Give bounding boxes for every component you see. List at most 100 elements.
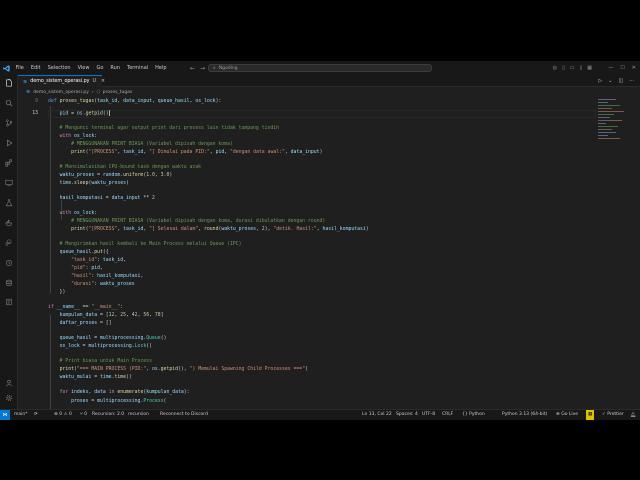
- minimap-line: [598, 108, 612, 109]
- status-problems[interactable]: ⊗ 0 ⚠ 0: [54, 410, 72, 420]
- breadcrumb-symbol[interactable]: proses_tugas: [103, 90, 133, 95]
- minimap[interactable]: [596, 97, 636, 157]
- minimap-line: [598, 102, 608, 103]
- status-eol[interactable]: CRLF: [442, 410, 453, 420]
- code-line: }): [48, 290, 66, 295]
- text-cursor: [108, 110, 110, 116]
- docker-icon[interactable]: [4, 218, 14, 228]
- status-go-live[interactable]: ⊕ Go Live: [556, 410, 578, 420]
- menu-help[interactable]: Help: [152, 61, 170, 75]
- python-icon[interactable]: [4, 238, 14, 248]
- command-center-label: Ngoding: [218, 65, 238, 71]
- code-line: "pid": pid,: [71, 266, 103, 271]
- remote-explorer-icon[interactable]: [4, 178, 14, 188]
- status-cursor-position[interactable]: Ln 13, Col 22: [362, 410, 392, 420]
- status-recursion[interactable]: Recursion: 2.0: [92, 410, 124, 420]
- code-line: "task_id": task_id,: [71, 258, 126, 263]
- code-line: hasil_komputasi = data_input ** 2: [59, 196, 155, 201]
- breadcrumb: ≡ demo_sistem_operasi.py › ⬡ proses_tuga…: [18, 87, 640, 97]
- breadcrumb-chevron-icon: ›: [91, 89, 94, 95]
- notifications-bell-icon[interactable]: 🔔︎: [626, 410, 640, 420]
- code-line: kumpulan_data = [12, 25, 42, 56, 78]: [59, 313, 164, 318]
- pages-icon[interactable]: [4, 297, 14, 307]
- explorer-icon[interactable]: [4, 78, 14, 88]
- timeline-icon[interactable]: [4, 258, 14, 268]
- status-recursion-label[interactable]: recursion: [128, 410, 149, 420]
- code-area[interactable]: def proses_tugas(task_id, data_input, qu…: [48, 97, 596, 409]
- database-icon[interactable]: [4, 278, 14, 288]
- code-line: with os_lock:: [59, 134, 98, 139]
- tab-git-status: U: [92, 79, 97, 84]
- more-actions-icon[interactable]: ···: [629, 78, 634, 84]
- code-line: print("[PROCESS", task_id, "] Selesai da…: [71, 227, 369, 232]
- code-line: "durasi": waktu_proses: [71, 282, 135, 287]
- status-ports[interactable]: ⑂ 0: [80, 410, 87, 420]
- command-center-search[interactable]: ⌕ Ngoding: [208, 64, 432, 72]
- customize-layout-icon[interactable]: ▦: [587, 65, 592, 71]
- account-icon[interactable]: [4, 378, 14, 388]
- run-file-icon[interactable]: ▷: [598, 78, 602, 84]
- remote-indicator-icon[interactable]: ⋈: [0, 410, 10, 420]
- status-extension-badge[interactable]: ▦: [586, 410, 595, 420]
- menu-run[interactable]: Run: [107, 61, 124, 75]
- testing-icon[interactable]: [4, 198, 14, 208]
- breadcrumb-python-icon: ≡: [26, 89, 31, 95]
- tab-filename: demo_sistem_operasi.py: [30, 79, 90, 84]
- code-line: if __name__ == "__main__":: [48, 305, 124, 310]
- toggle-panel-icon[interactable]: ▭: [570, 65, 575, 71]
- close-window-icon[interactable]: ✕: [632, 65, 636, 71]
- search-icon: ⌕: [213, 65, 216, 71]
- extensions-icon[interactable]: [4, 158, 14, 168]
- current-line-highlight: [48, 110, 596, 118]
- line-number-gutter: 9 13: [18, 97, 42, 409]
- code-line: time.sleep(waktu_proses): [59, 181, 129, 186]
- menu-selection[interactable]: Selection: [44, 61, 74, 75]
- activity-bar: [0, 75, 18, 409]
- code-editor[interactable]: 9 13 def proses_tugas(task_id, data_inpu…: [18, 97, 596, 409]
- menu-file[interactable]: File: [12, 61, 27, 75]
- minimap-line: [598, 123, 606, 124]
- layout-controls: ◎ ▯ ▭ ▯ ▦: [553, 61, 592, 75]
- settings-gear-icon[interactable]: [4, 393, 14, 403]
- source-control-icon[interactable]: [4, 118, 14, 128]
- code-line: def proses_tugas(task_id, data_input, qu…: [48, 99, 222, 104]
- menu-edit[interactable]: Edit: [27, 61, 44, 75]
- maximize-icon[interactable]: ☐: [620, 65, 624, 71]
- tab-close-icon[interactable]: ×: [101, 79, 105, 84]
- run-debug-icon[interactable]: [4, 138, 14, 148]
- run-dropdown-icon[interactable]: ⌄: [608, 78, 612, 84]
- code-line: # Print biasa untuk Main Process: [48, 359, 152, 364]
- status-bar: ⋈ main* ⟳ ⊗ 0 ⚠ 0 ⑂ 0 Recursion: 2.0 rec…: [0, 409, 640, 420]
- code-line-current: pid = os.getpid(): [59, 110, 110, 117]
- breadcrumb-file[interactable]: demo_sistem_operasi.py: [33, 90, 89, 95]
- menu-view[interactable]: View: [74, 61, 93, 75]
- vertical-scrollbar[interactable]: [636, 97, 640, 409]
- status-language[interactable]: {} Python: [462, 410, 485, 420]
- minimize-icon[interactable]: —: [608, 65, 613, 71]
- status-discord[interactable]: Reconnect to Discord: [160, 410, 208, 420]
- menu-terminal[interactable]: Terminal: [124, 61, 152, 75]
- code-line: "hasil": hasil_komputasi,: [71, 274, 144, 279]
- status-prettier[interactable]: ✓ Prettier: [602, 410, 624, 420]
- toggle-secondary-sidebar-icon[interactable]: ▯: [580, 65, 583, 71]
- status-sync-icon[interactable]: ⟳: [34, 410, 38, 420]
- search-view-icon[interactable]: [4, 98, 14, 108]
- minimap-line: [598, 111, 624, 112]
- toggle-sidebar-icon[interactable]: ▯: [562, 65, 565, 71]
- minimap-line: [598, 99, 616, 100]
- editor-tab-bar: ≡ demo_sistem_operasi.py U × ▷ ⌄ ◫ ···: [18, 75, 640, 87]
- status-encoding[interactable]: UTF-8: [422, 410, 435, 420]
- status-interpreter[interactable]: Python 3.13 (64-bit): [502, 410, 547, 420]
- menu-go[interactable]: Go: [93, 61, 107, 75]
- back-arrow-icon[interactable]: ←: [190, 65, 195, 72]
- split-editor-icon[interactable]: ◫: [618, 78, 623, 84]
- minimap-line: [598, 126, 618, 127]
- code-line: waktu_mulai = time.time(): [59, 375, 132, 380]
- code-line: # Mengunci terminal agar output print da…: [48, 126, 280, 131]
- status-indentation[interactable]: Spaces: 4: [396, 410, 418, 420]
- tab-demo-sistem-operasi[interactable]: ≡ demo_sistem_operasi.py U ×: [18, 75, 105, 87]
- minimap-line: [598, 135, 608, 136]
- copilot-icon[interactable]: ◎: [553, 65, 557, 71]
- status-branch[interactable]: main*: [14, 410, 28, 420]
- forward-arrow-icon[interactable]: →: [200, 65, 205, 72]
